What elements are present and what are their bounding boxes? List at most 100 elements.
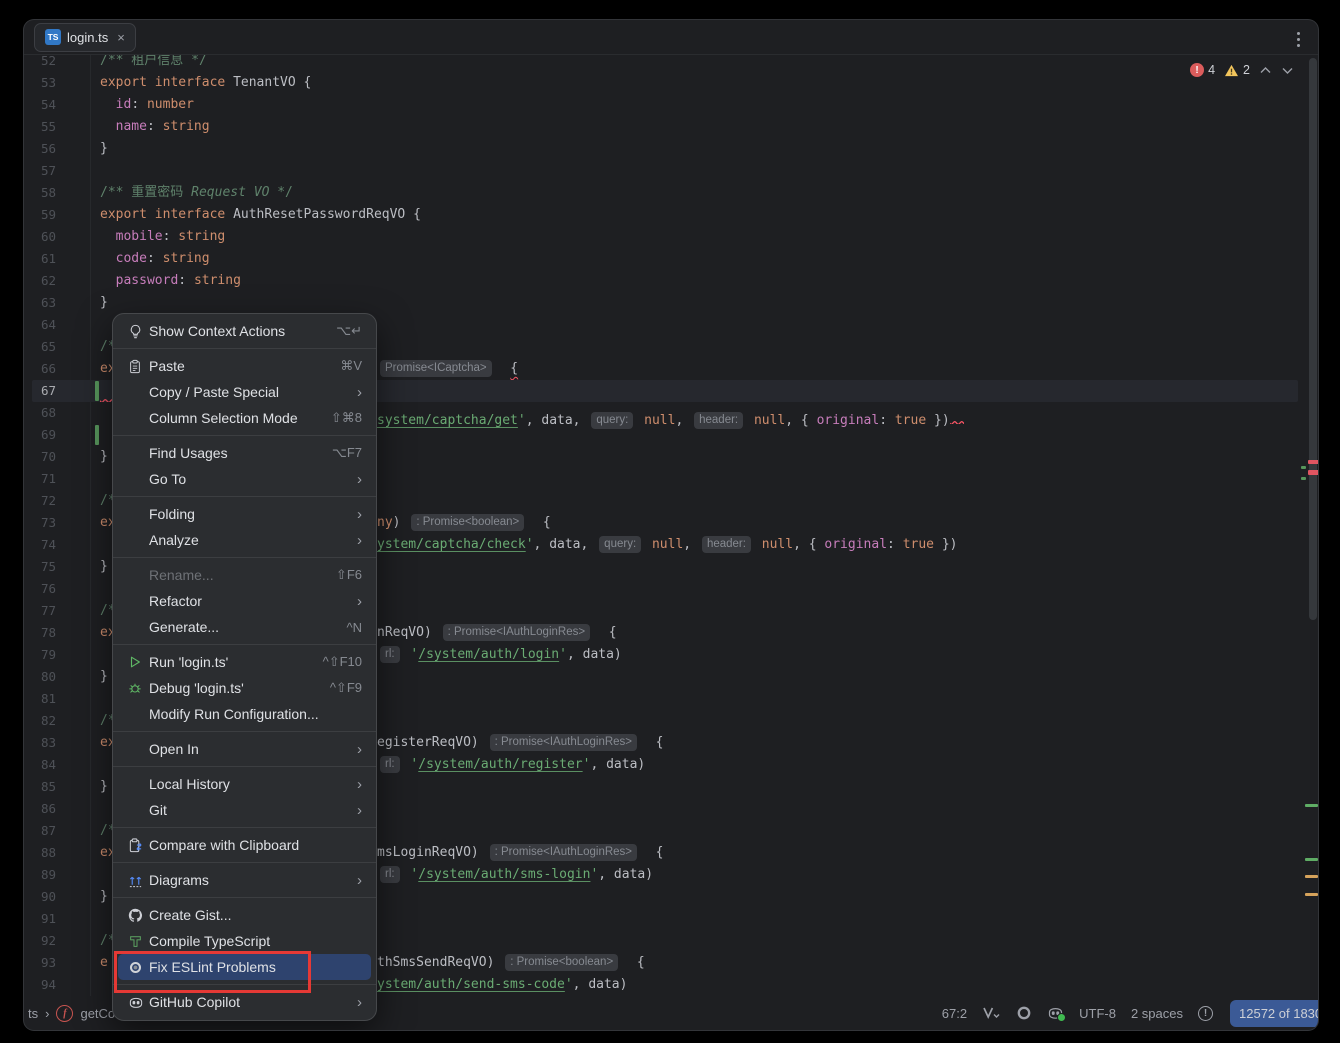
line-number[interactable]: 68 (24, 402, 56, 424)
line-number[interactable]: 78 (24, 622, 56, 644)
code-line-61[interactable]: 61 code: string (24, 248, 1318, 270)
menu-item-github-copilot[interactable]: GitHub Copilot› (113, 989, 376, 1015)
inlay-hint[interactable]: : Promise<boolean> (411, 514, 524, 531)
menu-item-column-selection-mode[interactable]: Column Selection Mode⇧⌘8 (113, 405, 376, 431)
menu-item-find-usages[interactable]: Find Usages⌥F7 (113, 440, 376, 466)
code-line-55[interactable]: 55 name: string (24, 116, 1318, 138)
code-line-63[interactable]: 63} (24, 292, 1318, 314)
menu-item-git[interactable]: Git› (113, 797, 376, 823)
menu-item-debug-login-ts[interactable]: Debug 'login.ts'^⇧F9 (113, 675, 376, 701)
line-number[interactable]: 93 (24, 952, 56, 974)
line-number[interactable]: 81 (24, 688, 56, 710)
line-number[interactable]: 63 (24, 292, 56, 314)
menu-item-open-in[interactable]: Open In› (113, 736, 376, 762)
line-number[interactable]: 57 (24, 160, 56, 182)
inlay-hint[interactable]: header: (702, 536, 751, 553)
line-number[interactable]: 74 (24, 534, 56, 556)
line-number[interactable]: 67 (24, 380, 56, 402)
stripe-mark[interactable] (1308, 460, 1318, 464)
line-number[interactable]: 58 (24, 182, 56, 204)
menu-item-fix-eslint-problems[interactable]: Fix ESLint Problems (113, 954, 376, 980)
menu-item-copy-paste-special[interactable]: Copy / Paste Special› (113, 379, 376, 405)
inlay-hint[interactable]: Promise<ICaptcha> (380, 360, 492, 377)
v-widget-icon[interactable] (982, 1006, 1001, 1020)
warning-count-widget[interactable]: 2 (1224, 63, 1250, 77)
menu-item-go-to[interactable]: Go To› (113, 466, 376, 492)
encoding-widget[interactable]: UTF-8 (1079, 1006, 1116, 1021)
inlay-hint[interactable]: : Promise<boolean> (505, 954, 618, 971)
prev-problem-chevron-up-icon[interactable] (1259, 66, 1272, 75)
menu-item-analyze[interactable]: Analyze› (113, 527, 376, 553)
line-number[interactable]: 85 (24, 776, 56, 798)
caret-position-widget[interactable]: 67:2 (942, 1006, 967, 1021)
inlay-hint[interactable]: rl: (380, 756, 400, 773)
menu-item-refactor[interactable]: Refactor› (113, 588, 376, 614)
line-number[interactable]: 66 (24, 358, 56, 380)
line-number[interactable]: 92 (24, 930, 56, 952)
stripe-mark[interactable] (1305, 804, 1318, 807)
line-number[interactable]: 54 (24, 94, 56, 116)
tab-close-icon[interactable]: × (117, 31, 125, 44)
line-number[interactable]: 75 (24, 556, 56, 578)
line-number[interactable]: 76 (24, 578, 56, 600)
menu-item-folding[interactable]: Folding› (113, 501, 376, 527)
line-number[interactable]: 87 (24, 820, 56, 842)
line-number[interactable]: 53 (24, 72, 56, 94)
line-number[interactable]: 61 (24, 248, 56, 270)
code-line-56[interactable]: 56} (24, 138, 1318, 160)
menu-item-local-history[interactable]: Local History› (113, 771, 376, 797)
menu-item-compile-typescript[interactable]: Compile TypeScript (113, 928, 376, 954)
line-number[interactable]: 64 (24, 314, 56, 336)
line-number[interactable]: 73 (24, 512, 56, 534)
stripe-mark[interactable] (1308, 470, 1318, 475)
code-line-52[interactable]: 52/** 租户信息 */ (24, 55, 1318, 72)
menu-item-modify-run-configuration[interactable]: Modify Run Configuration... (113, 701, 376, 727)
more-options-kebab-icon[interactable] (1295, 30, 1302, 49)
code-line-58[interactable]: 58/** 重置密码 Request VO */ (24, 182, 1318, 204)
problems-icon[interactable]: ! (1198, 1006, 1213, 1021)
error-count-widget[interactable]: ! 4 (1190, 63, 1215, 77)
line-number[interactable]: 91 (24, 908, 56, 930)
line-number[interactable]: 88 (24, 842, 56, 864)
line-number[interactable]: 94 (24, 974, 56, 996)
stripe-mark[interactable] (1305, 893, 1318, 896)
code-line-57[interactable]: 57 (24, 160, 1318, 182)
line-number[interactable]: 55 (24, 116, 56, 138)
inlay-hint[interactable]: rl: (380, 866, 400, 883)
code-line-62[interactable]: 62 password: string (24, 270, 1318, 292)
line-number[interactable]: 56 (24, 138, 56, 160)
code-line-59[interactable]: 59export interface AuthResetPasswordReqV… (24, 204, 1318, 226)
stripe-mark[interactable] (1305, 858, 1318, 861)
tab-login-ts[interactable]: TS login.ts × (34, 23, 136, 52)
menu-item-paste[interactable]: Paste⌘V (113, 353, 376, 379)
vertical-scrollbar-thumb[interactable] (1309, 58, 1317, 620)
line-number[interactable]: 86 (24, 798, 56, 820)
code-line-60[interactable]: 60 mobile: string (24, 226, 1318, 248)
line-number[interactable]: 80 (24, 666, 56, 688)
line-number[interactable]: 82 (24, 710, 56, 732)
stripe-mark[interactable] (1305, 875, 1318, 878)
line-number[interactable]: 79 (24, 644, 56, 666)
menu-item-generate[interactable]: Generate...^N (113, 614, 376, 640)
stripe-mark[interactable] (1301, 477, 1306, 480)
inlay-hint[interactable]: : Promise<IAuthLoginRes> (443, 624, 590, 641)
line-number[interactable]: 72 (24, 490, 56, 512)
line-number[interactable]: 77 (24, 600, 56, 622)
settings-ring-icon[interactable] (1016, 1005, 1032, 1021)
menu-item-create-gist[interactable]: Create Gist... (113, 902, 376, 928)
memory-indicator[interactable]: 12572 of 1830 (1230, 1000, 1318, 1027)
line-number[interactable]: 60 (24, 226, 56, 248)
inlay-hint[interactable]: rl: (380, 646, 400, 663)
next-problem-chevron-down-icon[interactable] (1281, 66, 1294, 75)
line-number[interactable]: 65 (24, 336, 56, 358)
inlay-hint[interactable]: query: (599, 536, 641, 553)
line-number[interactable]: 84 (24, 754, 56, 776)
line-number[interactable]: 71 (24, 468, 56, 490)
line-number[interactable]: 89 (24, 864, 56, 886)
copilot-status-widget[interactable] (1047, 1005, 1064, 1021)
indent-widget[interactable]: 2 spaces (1131, 1006, 1183, 1021)
breadcrumb-file[interactable]: ts (28, 1006, 38, 1021)
inlay-hint[interactable]: : Promise<IAuthLoginRes> (490, 734, 637, 751)
stripe-mark[interactable] (1301, 466, 1306, 469)
line-number[interactable]: 83 (24, 732, 56, 754)
